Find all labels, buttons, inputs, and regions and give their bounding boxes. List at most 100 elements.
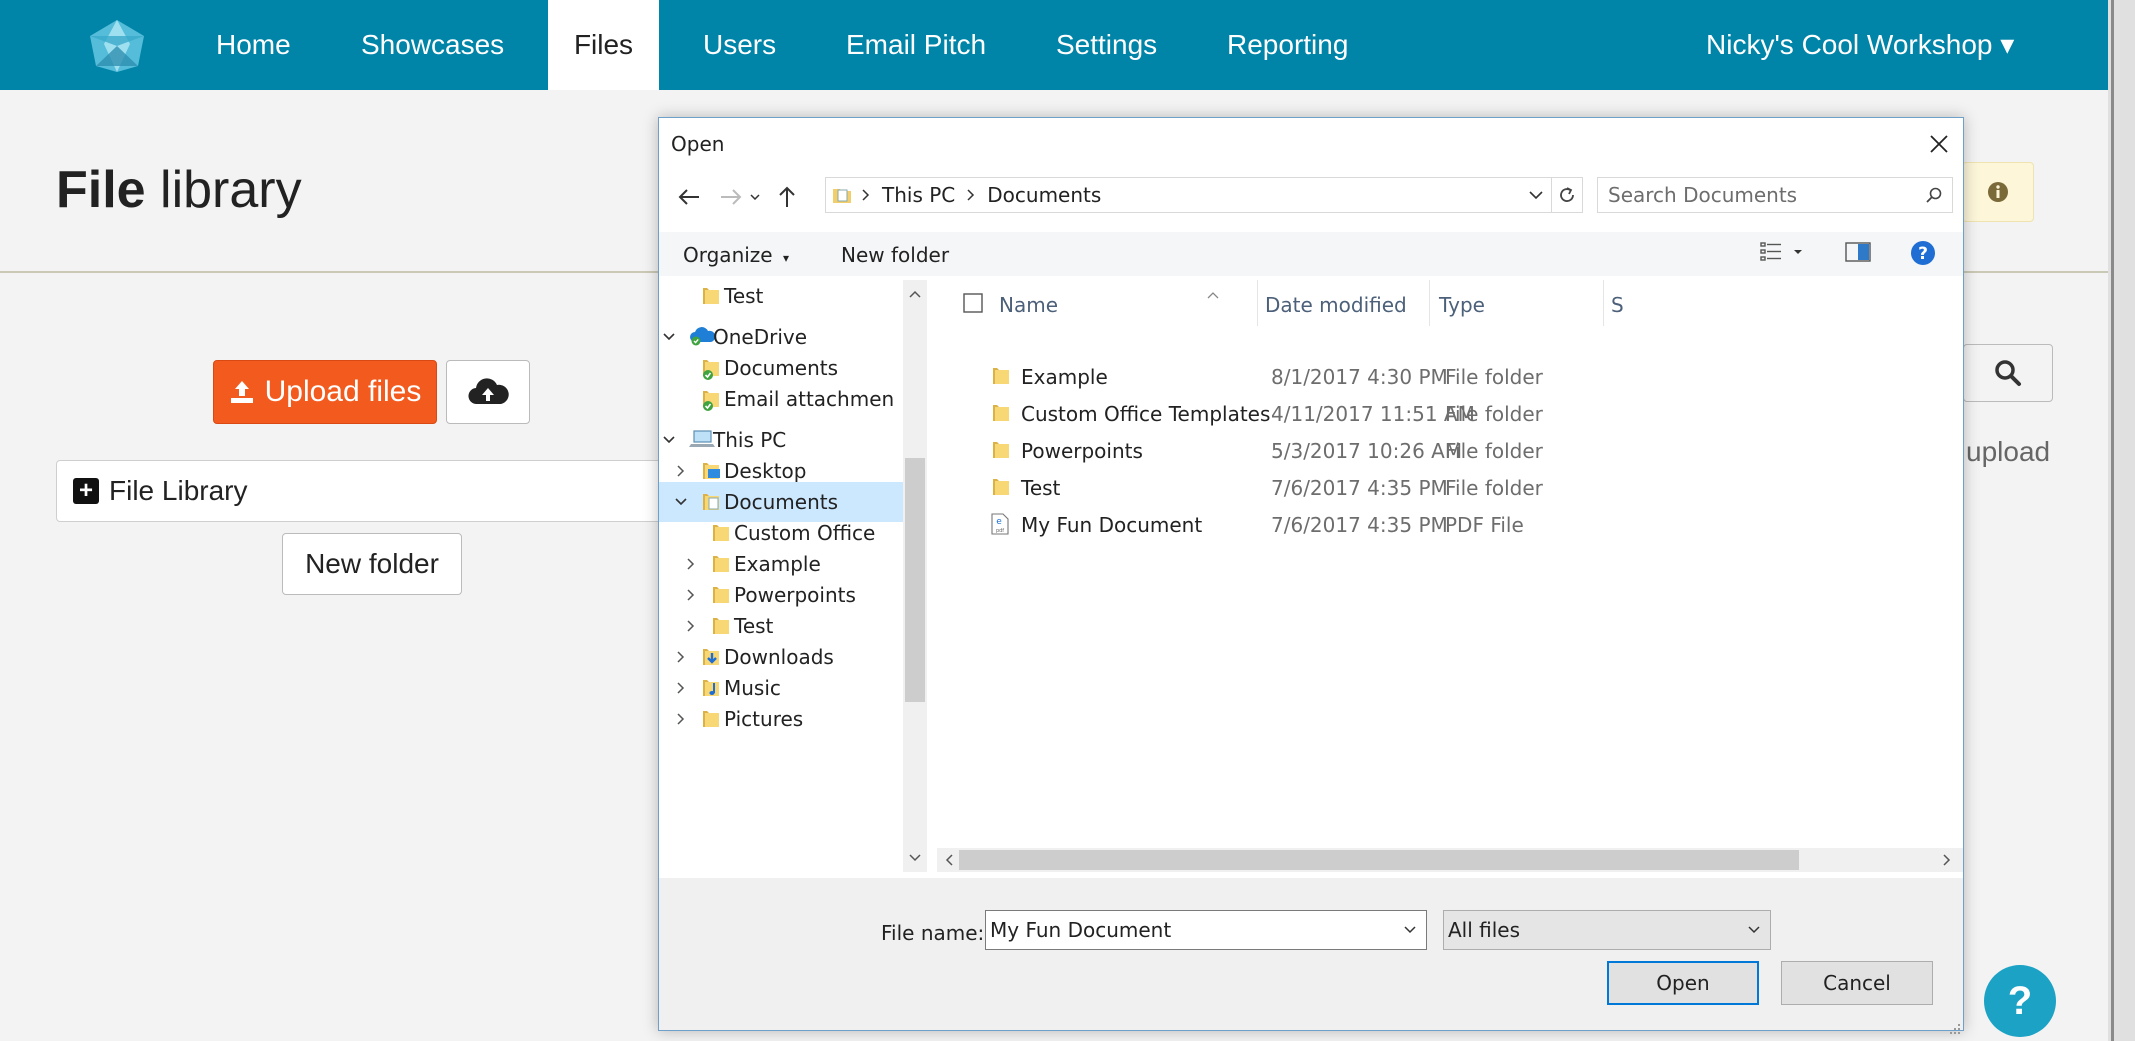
file-list-hscroll-thumb[interactable]: [959, 850, 1799, 870]
search-placeholder: Search Documents: [1608, 183, 1798, 207]
svg-text:pdf: pdf: [996, 528, 1004, 534]
view-options-button[interactable]: [1759, 240, 1803, 269]
nav-email-pitch[interactable]: Email Pitch: [846, 0, 986, 90]
new-folder-dialog-button[interactable]: New folder: [841, 243, 949, 267]
breadcrumb-documents[interactable]: Documents: [987, 183, 1101, 207]
new-folder-button[interactable]: New folder: [282, 533, 462, 595]
upload-files-button[interactable]: Upload files: [213, 360, 437, 424]
search-icon: [1926, 187, 1942, 203]
file-row[interactable]: Powerpoints 5/3/2017 10:26 AM File folder: [937, 433, 1963, 469]
folder-icon: [711, 615, 731, 637]
open-button[interactable]: Open: [1607, 961, 1759, 1005]
resize-grip-icon[interactable]: [1949, 1016, 1961, 1040]
address-dropdown-icon[interactable]: [1529, 191, 1543, 199]
preview-pane-button[interactable]: [1845, 242, 1871, 267]
documents-icon: [833, 189, 851, 203]
chevron-right-icon[interactable]: [674, 712, 688, 726]
music-icon: [701, 677, 721, 699]
folder-icon: [701, 285, 721, 307]
help-button[interactable]: ?: [1984, 965, 2056, 1037]
column-divider[interactable]: [1257, 280, 1258, 326]
file-library-tree[interactable]: + File Library: [56, 460, 676, 522]
file-row[interactable]: Custom Office Templates 4/11/2017 11:51 A…: [937, 396, 1963, 432]
organize-button[interactable]: Organize ▾: [683, 243, 789, 267]
file-row[interactable]: e pdf My Fun Document 7/6/2017 4:35 PM PDF F…: [937, 507, 1963, 543]
up-button[interactable]: [770, 180, 804, 214]
chevron-down-icon[interactable]: [674, 495, 688, 509]
column-divider[interactable]: [1429, 280, 1430, 326]
scroll-right-icon[interactable]: [1943, 854, 1951, 866]
recent-locations-button[interactable]: [745, 180, 765, 214]
nav-tree-label: Music: [724, 676, 781, 700]
nav-settings[interactable]: Settings: [1056, 0, 1157, 90]
file-type-value: All files: [1448, 918, 1521, 942]
chevron-down-icon[interactable]: [662, 433, 676, 447]
nav-users[interactable]: Users: [703, 0, 776, 90]
nav-tree-label: Pictures: [724, 707, 804, 731]
top-navbar: Home Showcases Files Users Email Pitch S…: [0, 0, 2108, 90]
close-button[interactable]: [1919, 124, 1959, 164]
info-button[interactable]: [1962, 162, 2034, 222]
nav-tree-label: Example: [734, 552, 821, 576]
caret-down-icon: ▾: [782, 251, 789, 265]
file-name-input[interactable]: My Fun Document: [985, 910, 1427, 950]
cancel-button[interactable]: Cancel: [1781, 961, 1933, 1005]
folder-icon: [711, 584, 731, 606]
nav-tree-label: This PC: [713, 428, 787, 452]
address-bar[interactable]: This PC Documents: [825, 177, 1583, 213]
back-button[interactable]: [672, 180, 706, 214]
nav-showcases[interactable]: Showcases: [361, 0, 504, 90]
nav-tree-label: Test: [724, 284, 764, 308]
file-row[interactable]: Test 7/6/2017 4:35 PM File folder: [937, 470, 1963, 506]
column-header-size[interactable]: S: [1611, 293, 1631, 317]
chevron-down-icon: [1748, 926, 1760, 934]
chevron-right-icon: [967, 189, 975, 201]
scroll-left-icon[interactable]: [945, 854, 953, 866]
help-dialog-button[interactable]: ?: [1910, 240, 1936, 271]
nav-tree-item[interactable]: Test: [659, 280, 904, 316]
column-header-type[interactable]: Type: [1439, 293, 1485, 317]
column-header-date-modified[interactable]: Date modified: [1265, 293, 1407, 317]
nav-tree-item[interactable]: Email attachmen: [659, 379, 904, 419]
folder-synced-icon: [701, 388, 721, 411]
scroll-down-icon[interactable]: [909, 854, 921, 862]
page-scrollbar-thumb[interactable]: [2111, 0, 2114, 1041]
column-divider[interactable]: [1603, 280, 1604, 326]
file-row[interactable]: Example 8/1/2017 4:30 PM File folder: [937, 359, 1963, 395]
chevron-right-icon[interactable]: [684, 619, 698, 633]
folder-icon: [991, 439, 1011, 466]
chevron-right-icon[interactable]: [684, 588, 698, 602]
search-button[interactable]: [1963, 344, 2053, 402]
file-date-modified: 7/6/2017 4:35 PM: [1271, 513, 1448, 537]
expand-plus-icon[interactable]: +: [73, 478, 99, 504]
chevron-right-icon[interactable]: [674, 650, 688, 664]
file-type-select[interactable]: All files: [1443, 910, 1771, 950]
dialog-title: Open: [671, 132, 725, 156]
select-all-checkbox[interactable]: [963, 293, 983, 318]
forward-button[interactable]: [714, 180, 748, 214]
chevron-right-icon[interactable]: [674, 681, 688, 695]
nav-files[interactable]: Files: [548, 0, 659, 90]
logo-icon[interactable]: [86, 18, 148, 74]
nav-tree-label: Custom Office: [734, 521, 876, 545]
search-documents-input[interactable]: Search Documents: [1597, 177, 1953, 213]
breadcrumb-this-pc[interactable]: This PC: [882, 183, 955, 207]
column-header-name[interactable]: Name: [999, 293, 1058, 317]
cloud-upload-button[interactable]: [446, 360, 530, 424]
nav-tree-label: Desktop: [724, 459, 807, 483]
file-library-label: File Library: [109, 475, 248, 506]
navigation-pane[interactable]: Test OneDrive Documents Email attachmen This…: [659, 280, 904, 872]
nav-reporting[interactable]: Reporting: [1227, 0, 1348, 90]
chevron-right-icon[interactable]: [684, 557, 698, 571]
chevron-down-icon[interactable]: [1404, 926, 1416, 934]
chevron-down-icon: ▾: [2000, 29, 2015, 60]
nav-home[interactable]: Home: [216, 0, 291, 90]
chevron-down-icon[interactable]: [662, 330, 676, 344]
nav-pane-scroll-thumb[interactable]: [905, 458, 925, 702]
downloads-icon: [701, 646, 721, 668]
scroll-up-icon[interactable]: [909, 290, 921, 298]
nav-tree-item[interactable]: Pictures: [659, 699, 904, 739]
chevron-right-icon[interactable]: [674, 464, 688, 478]
refresh-icon[interactable]: [1558, 186, 1576, 204]
workshop-menu[interactable]: Nicky's Cool Workshop ▾: [1706, 0, 2014, 90]
